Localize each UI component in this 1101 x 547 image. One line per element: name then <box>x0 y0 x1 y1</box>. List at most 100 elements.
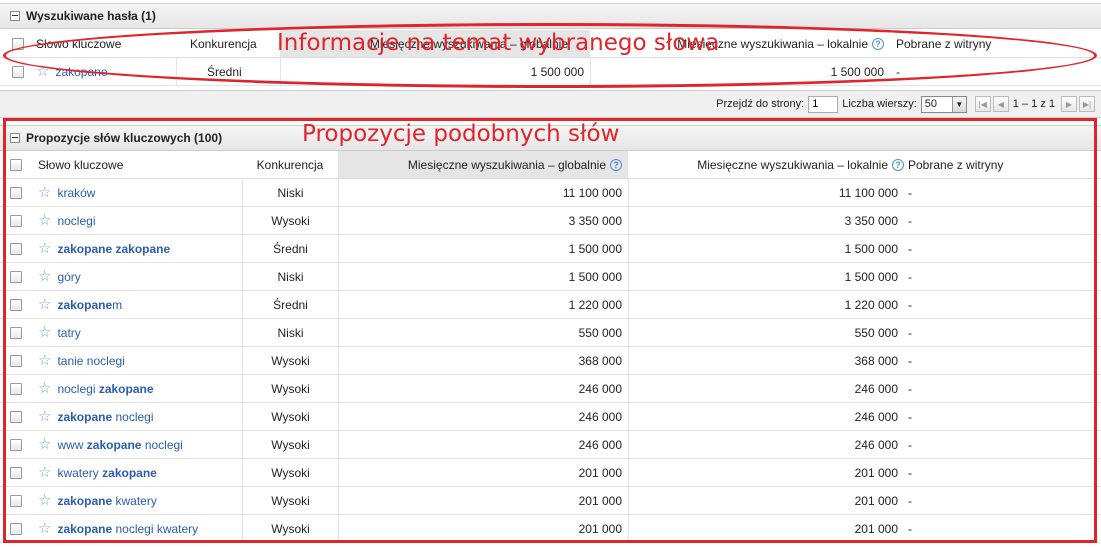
star-icon[interactable]: ☆ <box>38 521 51 536</box>
star-icon[interactable]: ☆ <box>38 269 51 284</box>
star-icon[interactable]: ☆ <box>38 213 51 228</box>
select-all-cell[interactable] <box>0 30 36 57</box>
row-checkbox[interactable] <box>10 494 22 507</box>
keyword-link[interactable]: tanie noclegi <box>57 354 124 368</box>
row-select[interactable] <box>0 235 32 262</box>
keyword-link[interactable]: noclegi <box>57 214 95 228</box>
star-icon[interactable]: ☆ <box>38 409 51 424</box>
row-select[interactable] <box>0 58 36 85</box>
row-select[interactable] <box>0 515 32 542</box>
competition-cell: Wysoki <box>242 515 338 542</box>
local-cell: 368 000 <box>628 347 904 374</box>
collapse-icon[interactable] <box>10 11 20 21</box>
row-checkbox[interactable] <box>10 242 22 255</box>
rows-per-page-select[interactable]: 50 ▼ <box>920 95 967 113</box>
col-global[interactable]: Miesięczne wyszukiwania – globalnie? <box>338 151 628 178</box>
keyword-link[interactable]: zakopanem <box>57 298 122 312</box>
row-checkbox[interactable] <box>10 438 22 451</box>
local-cell: 201 000 <box>628 459 904 486</box>
goto-page-input[interactable] <box>808 95 839 113</box>
row-select[interactable] <box>0 319 32 346</box>
col-extracted-label: Pobrane z witryny <box>908 157 1004 172</box>
star-icon[interactable]: ☆ <box>38 381 51 396</box>
row-checkbox[interactable] <box>12 65 24 78</box>
competition-cell: Niski <box>242 263 338 290</box>
col-keyword[interactable]: Słowo kluczowe <box>32 151 242 178</box>
col-competition[interactable]: Konkurencja <box>242 151 338 178</box>
star-icon[interactable]: ☆ <box>38 353 51 368</box>
select-all-cell[interactable] <box>0 151 32 178</box>
suggestions-panel-header[interactable]: Propozycje słów kluczowych (100) <box>0 125 1101 151</box>
row-checkbox[interactable] <box>10 186 22 199</box>
extracted-cell: - <box>908 325 912 340</box>
global-cell: 1 500 000 <box>338 263 628 290</box>
row-select[interactable] <box>0 347 32 374</box>
star-icon[interactable]: ☆ <box>38 241 51 256</box>
row-select[interactable] <box>0 403 32 430</box>
row-checkbox[interactable] <box>10 298 22 311</box>
star-icon[interactable]: ☆ <box>38 185 51 200</box>
next-page-icon[interactable]: ▶ <box>1061 96 1077 112</box>
row-select[interactable] <box>0 291 32 318</box>
keyword-link[interactable]: www zakopane noclegi <box>57 438 182 452</box>
col-global[interactable]: Miesięczne wyszukiwania – globalnie <box>280 30 590 57</box>
row-select[interactable] <box>0 263 32 290</box>
table-row: ☆ kraków Niski 11 100 000 11 100 000- <box>0 179 1101 207</box>
extracted-cell: - <box>908 185 912 200</box>
last-page-icon[interactable]: ▶| <box>1079 96 1095 112</box>
star-icon[interactable]: ☆ <box>38 325 51 340</box>
star-icon[interactable]: ☆ <box>38 493 51 508</box>
help-icon[interactable]: ? <box>892 158 904 171</box>
row-checkbox[interactable] <box>10 382 22 395</box>
col-extracted[interactable]: Pobrane z witryny <box>890 30 991 57</box>
keyword-cell: ☆ zakopane <box>36 58 176 85</box>
row-select[interactable] <box>0 179 32 206</box>
col-local-label: Miesięczne wyszukiwania – lokalnie <box>677 36 868 51</box>
row-checkbox[interactable] <box>10 410 22 423</box>
col-keyword[interactable]: Słowo kluczowe <box>36 30 176 57</box>
pagination-bar: Przejdź do strony: Liczba wierszy: 50 ▼ … <box>0 90 1101 118</box>
help-icon[interactable]: ? <box>872 37 884 50</box>
keyword-link[interactable]: tatry <box>57 326 80 340</box>
extracted-cell: - <box>908 297 912 312</box>
collapse-icon[interactable] <box>10 133 20 143</box>
col-extracted[interactable]: Pobrane z witryny <box>904 151 1003 178</box>
select-all-checkbox[interactable] <box>10 158 22 171</box>
keyword-link[interactable]: noclegi zakopane <box>57 382 153 396</box>
chevron-down-icon[interactable]: ▼ <box>951 96 966 112</box>
keyword-link[interactable]: zakopane zakopane <box>57 242 170 256</box>
keyword-link[interactable]: zakopane kwatery <box>57 494 156 508</box>
keyword-link[interactable]: zakopane <box>55 65 107 79</box>
star-icon[interactable]: ☆ <box>38 297 51 312</box>
search-terms-panel-header[interactable]: Wyszukiwane hasła (1) <box>0 3 1101 29</box>
keyword-link[interactable]: kwatery zakopane <box>57 466 156 480</box>
row-checkbox[interactable] <box>10 354 22 367</box>
prev-page-icon[interactable]: ◀ <box>992 96 1009 112</box>
row-checkbox[interactable] <box>10 270 22 283</box>
row-checkbox[interactable] <box>10 326 22 339</box>
row-checkbox[interactable] <box>10 522 22 535</box>
row-checkbox[interactable] <box>10 466 22 479</box>
col-local[interactable]: Miesięczne wyszukiwania – lokalnie? <box>590 30 890 57</box>
keyword-link[interactable]: zakopane noclegi <box>57 410 153 424</box>
keyword-link[interactable]: zakopane noclegi kwatery <box>57 522 198 536</box>
row-select[interactable] <box>0 487 32 514</box>
row-select[interactable] <box>0 375 32 402</box>
keyword-link[interactable]: kraków <box>57 186 95 200</box>
first-page-icon[interactable]: |◀ <box>974 96 991 112</box>
help-icon[interactable]: ? <box>610 158 622 171</box>
row-select[interactable] <box>0 431 32 458</box>
select-all-checkbox[interactable] <box>12 37 24 50</box>
star-icon[interactable]: ☆ <box>38 437 51 452</box>
row-checkbox[interactable] <box>10 214 22 227</box>
row-select[interactable] <box>0 207 32 234</box>
row-select[interactable] <box>0 459 32 486</box>
col-local[interactable]: Miesięczne wyszukiwania – lokalnie? <box>628 151 904 178</box>
local-cell: 1 500 000 <box>628 235 904 262</box>
keyword-link[interactable]: góry <box>57 270 80 284</box>
star-icon[interactable]: ☆ <box>38 465 51 480</box>
col-competition[interactable]: Konkurencja <box>176 30 280 57</box>
global-cell: 1 500 000 <box>280 58 590 85</box>
star-icon[interactable]: ☆ <box>36 64 49 79</box>
extracted-cell: - <box>896 64 900 79</box>
